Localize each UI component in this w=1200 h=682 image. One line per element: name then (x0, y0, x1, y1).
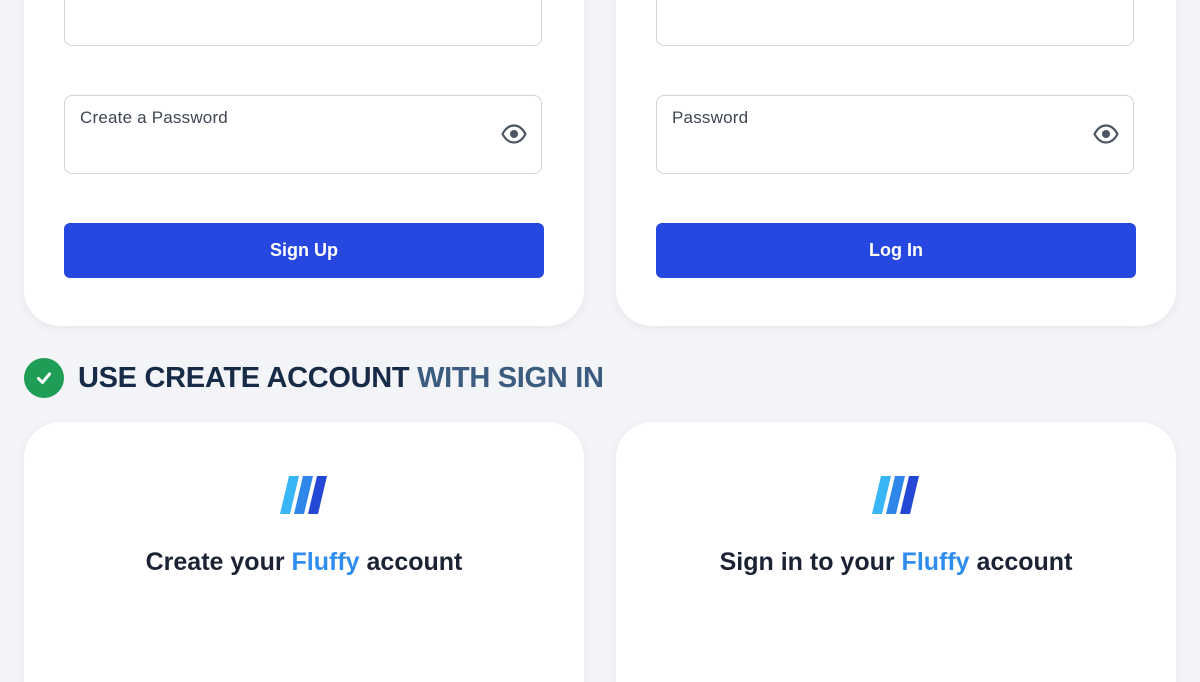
signin-title-suffix: account (969, 548, 1073, 576)
section-heading-row: USE CREATE ACCOUNT WITH SIGN IN (24, 358, 604, 398)
login-password-label: Password (672, 108, 749, 127)
login-top-input-field[interactable] (656, 0, 1134, 46)
signup-password-label: Create a Password (80, 108, 228, 127)
section-heading: USE CREATE ACCOUNT WITH SIGN IN (78, 362, 604, 395)
sign-in-card: Sign in to your Fluffy account (616, 422, 1176, 682)
sign-up-button[interactable]: Sign Up (64, 223, 544, 278)
brand-name: Fluffy (291, 548, 360, 576)
sign-in-title: Sign in to your Fluffy account (616, 548, 1176, 577)
brand-name: Fluffy (901, 548, 970, 576)
signup-form-card: Create a Password Sign Up (24, 0, 584, 326)
signup-password-field[interactable]: Create a Password (64, 95, 542, 174)
fluffy-logo-icon (872, 476, 919, 514)
create-title-prefix: Create your (145, 548, 292, 576)
create-account-card: Create your Fluffy account (24, 422, 584, 682)
signup-top-input-field[interactable] (64, 0, 542, 46)
create-title-suffix: account (359, 548, 463, 576)
check-circle-icon (24, 358, 64, 398)
eye-icon[interactable] (501, 123, 527, 145)
login-password-field[interactable]: Password (656, 95, 1134, 174)
heading-part-create-account: CREATE ACCOUNT (144, 361, 410, 394)
log-in-button[interactable]: Log In (656, 223, 1136, 278)
heading-part-with: WITH (409, 361, 498, 394)
heading-part-sign-in: SIGN IN (497, 361, 604, 394)
heading-part-use: USE (78, 361, 145, 394)
create-account-title: Create your Fluffy account (24, 548, 584, 577)
fluffy-logo-icon (280, 476, 327, 514)
eye-icon[interactable] (1093, 123, 1119, 145)
login-form-card: Password Log In (616, 0, 1176, 326)
signin-title-prefix: Sign in to your (719, 548, 902, 576)
